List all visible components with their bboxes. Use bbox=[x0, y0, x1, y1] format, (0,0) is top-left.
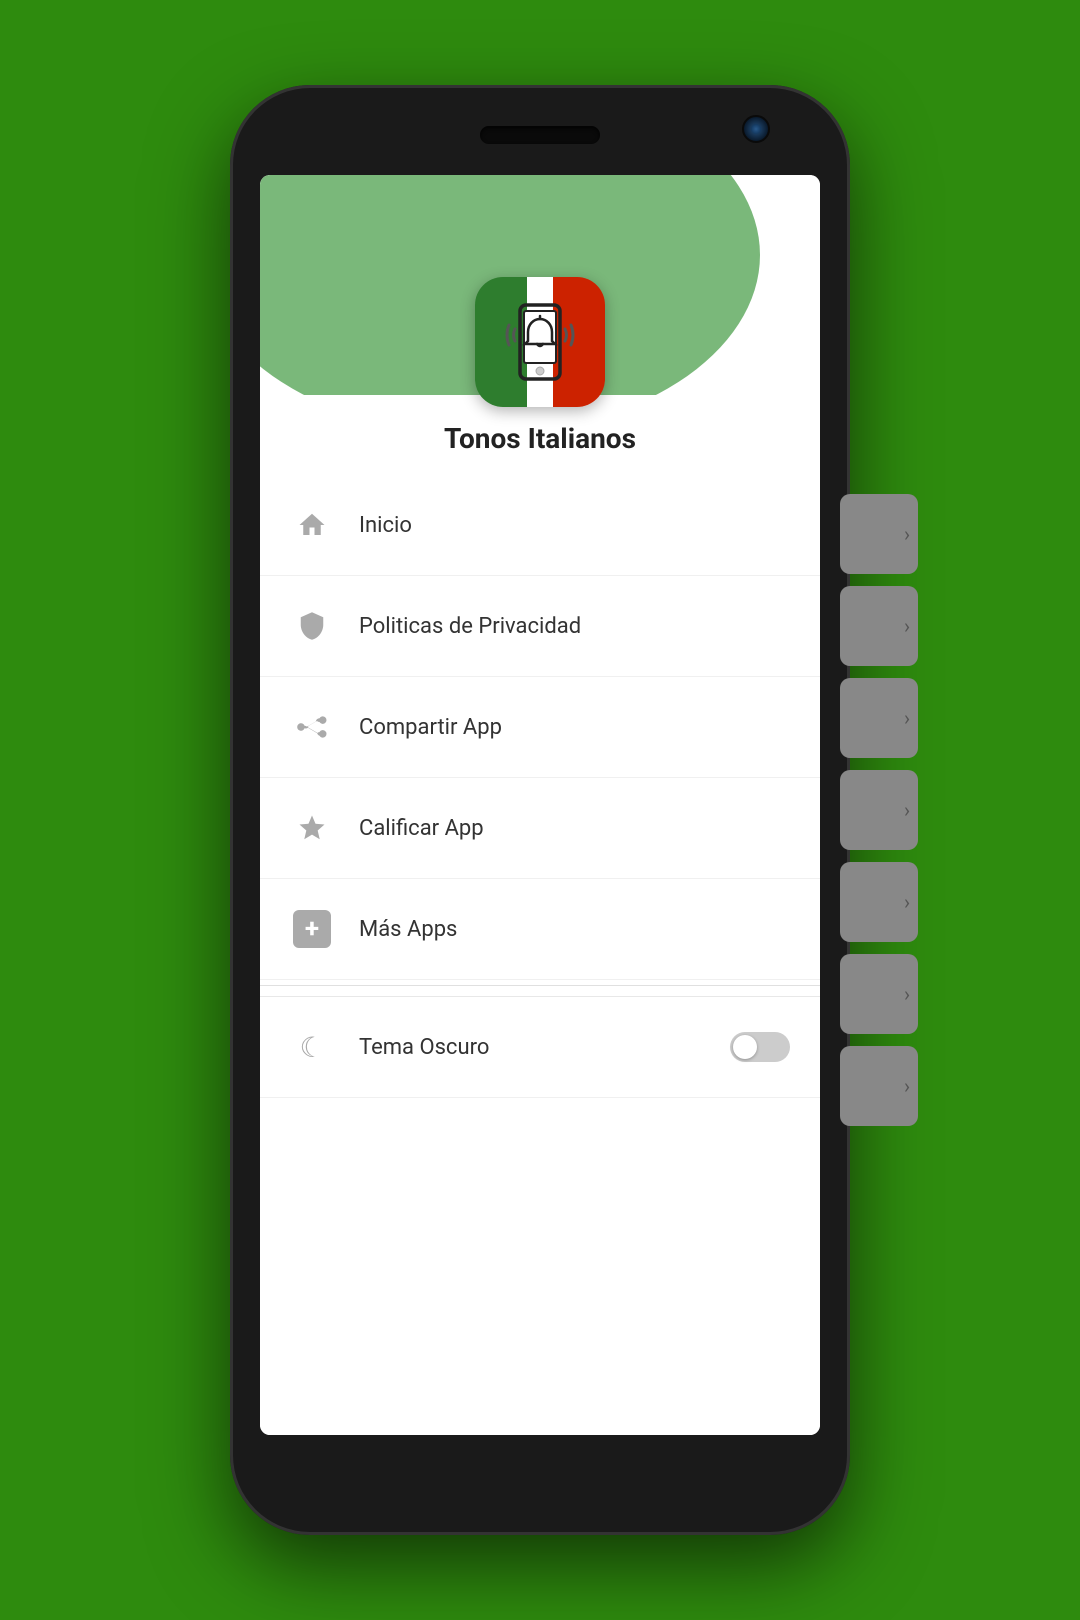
phone-top-bar bbox=[230, 85, 850, 175]
app-title: Tonos Italianos bbox=[444, 422, 636, 455]
side-card: › bbox=[840, 586, 918, 666]
star-icon bbox=[290, 806, 334, 850]
moon-icon: ☾ bbox=[290, 1025, 334, 1069]
menu-label-compartir: Compartir App bbox=[359, 715, 502, 740]
icon-overlay bbox=[475, 277, 605, 407]
menu-item-tema-oscuro[interactable]: ☾ Tema Oscuro bbox=[260, 996, 820, 1098]
menu-label-calificar: Calificar App bbox=[359, 816, 484, 841]
toggle-switch[interactable] bbox=[730, 1032, 790, 1062]
phone-speaker bbox=[480, 126, 600, 144]
side-panel: › › › › › › › bbox=[840, 494, 930, 1126]
menu-item-inicio[interactable]: Inicio bbox=[260, 475, 820, 576]
phone-camera bbox=[742, 115, 770, 143]
side-card: › bbox=[840, 678, 918, 758]
side-card: › bbox=[840, 954, 918, 1034]
menu-list: Inicio Politicas de Privacidad Com bbox=[260, 475, 820, 1435]
menu-label-tema-oscuro: Tema Oscuro bbox=[359, 1035, 489, 1060]
side-card: › bbox=[840, 770, 918, 850]
menu-item-compartir[interactable]: Compartir App bbox=[260, 677, 820, 778]
side-card: › bbox=[840, 1046, 918, 1126]
menu-item-mas-apps[interactable]: + Más Apps bbox=[260, 879, 820, 980]
side-card: › bbox=[840, 494, 918, 574]
shield-icon bbox=[290, 604, 334, 648]
home-icon bbox=[290, 503, 334, 547]
screen-header: Tonos Italianos bbox=[260, 175, 820, 475]
side-card: › bbox=[840, 862, 918, 942]
dark-mode-toggle[interactable] bbox=[730, 1032, 790, 1062]
bell-phone-svg bbox=[495, 297, 585, 387]
share-icon bbox=[290, 705, 334, 749]
divider bbox=[260, 985, 820, 986]
phone-screen: Tonos Italianos Inicio Po bbox=[260, 175, 820, 1435]
plus-box-icon: + bbox=[290, 907, 334, 951]
toggle-knob bbox=[733, 1035, 757, 1059]
menu-label-politicas: Politicas de Privacidad bbox=[359, 614, 581, 639]
menu-label-inicio: Inicio bbox=[359, 513, 412, 538]
menu-item-politicas[interactable]: Politicas de Privacidad bbox=[260, 576, 820, 677]
app-icon bbox=[475, 277, 605, 407]
app-icon-container bbox=[475, 277, 605, 407]
menu-item-calificar[interactable]: Calificar App bbox=[260, 778, 820, 879]
menu-label-mas-apps: Más Apps bbox=[359, 917, 457, 942]
phone-frame: › › › › › › › bbox=[230, 85, 850, 1535]
